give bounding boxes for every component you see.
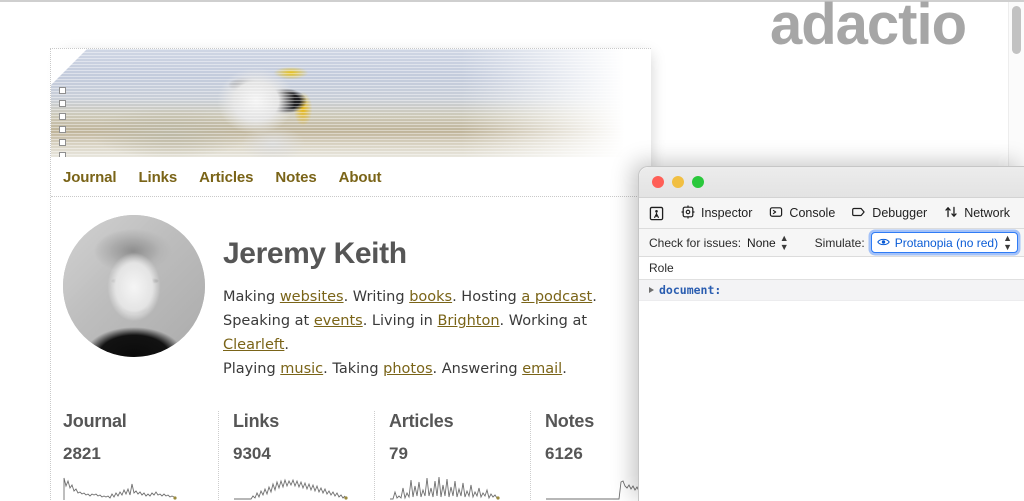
profile-section: Jeremy Keith Making websites. Writing bo… xyxy=(51,197,651,381)
debugger-tag-icon xyxy=(852,205,866,222)
bio-link[interactable]: events xyxy=(314,313,363,329)
banner-corner-cut xyxy=(51,49,87,85)
bio-text: . Writing xyxy=(344,289,410,305)
tab-label: Debugger xyxy=(872,206,927,220)
stat-value: 79 xyxy=(389,444,516,464)
tree-row-label: document: xyxy=(659,283,721,297)
tree-row-document[interactable]: document: xyxy=(639,280,1024,301)
profile-body: Jeremy Keith Making websites. Writing bo… xyxy=(205,215,651,381)
banner-marker xyxy=(59,126,66,133)
bio-line: Making websites. Writing books. Hosting … xyxy=(223,285,651,309)
tab-label: Inspector xyxy=(701,206,752,220)
stat-value: 2821 xyxy=(63,444,204,464)
banner-marker xyxy=(59,100,66,107)
network-arrows-icon xyxy=(944,205,958,222)
tab-console[interactable]: Console xyxy=(769,205,844,222)
stat-title: Articles xyxy=(389,411,516,432)
nav-item-links[interactable]: Links xyxy=(138,169,177,186)
scrollbar-thumb[interactable] xyxy=(1012,6,1021,54)
column-header-role: Role xyxy=(649,261,674,275)
tab-inspector[interactable]: Inspector xyxy=(681,205,761,222)
nav-item-notes[interactable]: Notes xyxy=(275,169,316,186)
minimize-button[interactable] xyxy=(672,176,684,188)
avatar xyxy=(63,215,205,357)
sparkline-chart xyxy=(389,472,509,500)
sparkline-chart xyxy=(233,472,353,500)
banner-image xyxy=(51,49,651,157)
stat-card: Journal 2821 xyxy=(63,411,219,500)
stat-card: Links 9304 xyxy=(219,411,375,500)
stat-title: Links xyxy=(233,411,360,432)
bio-text: . xyxy=(562,361,567,377)
bio-line: Playing music. Taking photos. Answering … xyxy=(223,357,651,381)
nav-item-articles[interactable]: Articles xyxy=(199,169,253,186)
stats-row: Journal 2821 Links 9304 Articles 79 xyxy=(63,407,651,500)
bio-text: . Hosting xyxy=(452,289,521,305)
bio-link[interactable]: music xyxy=(280,361,323,377)
bio-line: Speaking at events. Living in Brighton. … xyxy=(223,309,651,357)
bio-link[interactable]: Clearleft xyxy=(223,337,284,353)
simulate-value: Protanopia (no red) xyxy=(895,236,998,250)
page-title: Jeremy Keith xyxy=(223,237,651,271)
check-for-issues-select[interactable]: None ▲▼ xyxy=(747,234,789,252)
banner-marker-list xyxy=(59,87,66,157)
close-button[interactable] xyxy=(652,176,664,188)
web-inspector-window: Inspector Console Debugger xyxy=(638,166,1024,501)
stat-title: Journal xyxy=(63,411,204,432)
nav-item-about[interactable]: About xyxy=(339,169,382,186)
stat-value: 9304 xyxy=(233,444,360,464)
stepper-arrows-icon: ▲▼ xyxy=(1003,234,1012,252)
tab-label: Network xyxy=(964,206,1010,220)
banner-marker xyxy=(59,113,66,120)
banner-photo xyxy=(51,49,651,157)
devtools-tabbar: Inspector Console Debugger xyxy=(639,198,1024,229)
banner-marker xyxy=(59,87,66,94)
site-navigation: Journal Links Articles Notes About xyxy=(51,157,651,197)
bio-text: Playing xyxy=(223,361,280,377)
tree-column-header: Role xyxy=(639,257,1024,280)
tab-network[interactable]: Network xyxy=(944,205,1019,222)
devtools-titlebar xyxy=(639,167,1024,198)
banner-marker xyxy=(59,139,66,146)
tab-debugger[interactable]: Debugger xyxy=(852,205,936,222)
bio-text: . xyxy=(284,337,289,353)
console-prompt-icon xyxy=(769,205,783,222)
bio-link[interactable]: photos xyxy=(383,361,432,377)
simulate-select[interactable]: Protanopia (no red) ▲▼ xyxy=(871,232,1018,253)
bio-text: . Working at xyxy=(500,313,588,329)
bio-text: . xyxy=(592,289,597,305)
bio-text: . Taking xyxy=(323,361,383,377)
bio-text: Making xyxy=(223,289,280,305)
eye-icon xyxy=(877,236,890,250)
tab-label: Console xyxy=(789,206,835,220)
bio-text: . Answering xyxy=(433,361,523,377)
profile-bio: Making websites. Writing books. Hosting … xyxy=(223,285,651,381)
bio-link[interactable]: a podcast xyxy=(521,289,592,305)
avatar-photo xyxy=(63,215,205,357)
bio-link[interactable]: books xyxy=(409,289,452,305)
site-wordmark: adactio xyxy=(770,0,966,54)
accessibility-tree-body xyxy=(639,301,1024,501)
inspector-target-icon xyxy=(681,205,695,222)
element-picker-icon[interactable] xyxy=(649,202,664,224)
stepper-arrows-icon: ▲▼ xyxy=(780,234,789,252)
chevron-right-icon[interactable] xyxy=(649,287,654,293)
sparkline-chart xyxy=(63,472,183,500)
bio-link[interactable]: Brighton xyxy=(437,313,499,329)
stat-card: Articles 79 xyxy=(375,411,531,500)
zoom-button[interactable] xyxy=(692,176,704,188)
bio-link[interactable]: email xyxy=(522,361,562,377)
bio-text: . Living in xyxy=(363,313,438,329)
simulate-label: Simulate: xyxy=(815,236,865,250)
banner-marker xyxy=(59,152,66,157)
site-content-column: Journal Links Articles Notes About Jerem… xyxy=(50,48,651,500)
nav-item-journal[interactable]: Journal xyxy=(63,169,116,186)
check-for-issues-label: Check for issues: xyxy=(649,236,741,250)
bio-link[interactable]: websites xyxy=(280,289,344,305)
check-for-issues-value: None xyxy=(747,236,776,250)
audit-toolbar: Check for issues: None ▲▼ Simulate: Prot… xyxy=(639,229,1024,257)
bio-text: Speaking at xyxy=(223,313,314,329)
